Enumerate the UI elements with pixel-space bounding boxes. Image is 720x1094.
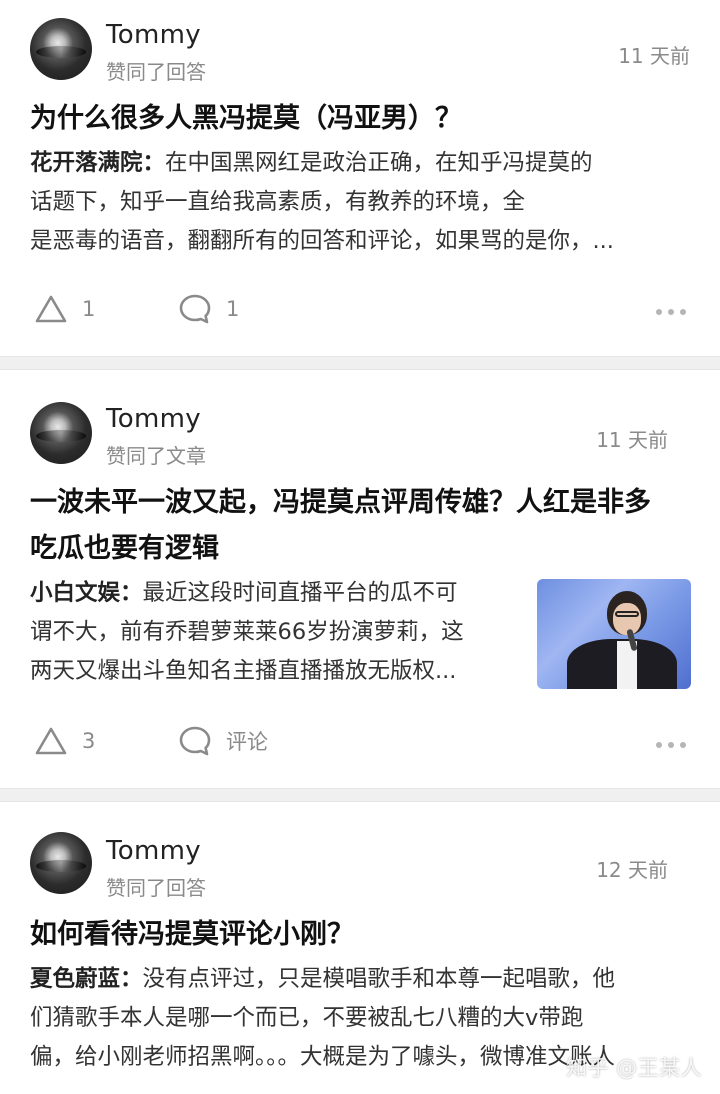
more-options-icon[interactable]: [656, 309, 686, 317]
activity-action: 赞同了回答: [106, 60, 206, 84]
comment-label: 评论: [226, 730, 268, 754]
excerpt-line: 在中国黑网红是政治正确，在知乎冯提莫的: [165, 150, 593, 176]
upvote-triangle-icon: [35, 727, 67, 755]
excerpt-line: 没有点评过，只是模唱歌手和本尊一起唱歌，他: [142, 966, 616, 992]
card-divider: [0, 788, 720, 802]
author-name[interactable]: Tommy: [106, 20, 201, 50]
excerpt-line: 们猜歌手本人是哪一个而已，不要被乱七八糟的大v带跑: [30, 1005, 584, 1031]
activity-action: 赞同了文章: [106, 444, 206, 468]
title-line: 吃瓜也要有逻辑: [30, 533, 219, 564]
author-name[interactable]: Tommy: [106, 404, 201, 434]
feed-card[interactable]: Tommy 赞同了回答 12 天前 如何看待冯提莫评论小刚？ 夏色蔚蓝：没有点评…: [0, 802, 720, 1094]
upvote-count: 3: [82, 729, 96, 753]
excerpt-line: 话题下，知乎一直给我高素质，有教养的环境，全: [30, 189, 526, 215]
excerpt-line: 最近这段时间直播平台的瓜不可: [142, 580, 458, 606]
watermark: 知乎 @王某人: [566, 1056, 703, 1080]
author-name[interactable]: Tommy: [106, 836, 201, 866]
article-excerpt[interactable]: 小白文娱：最近这段时间直播平台的瓜不可 谓不大，前有乔碧萝莱莱66岁扮演萝莉，这…: [30, 574, 530, 691]
comment-bubble-icon: [179, 726, 211, 756]
upvote-button[interactable]: 1: [34, 294, 95, 324]
comment-button[interactable]: 1: [178, 293, 239, 325]
comment-count: 1: [226, 297, 240, 321]
article-thumbnail[interactable]: [537, 579, 691, 689]
activity-action: 赞同了回答: [106, 876, 206, 900]
timestamp: 12 天前: [596, 858, 668, 882]
comment-bubble-icon: [179, 294, 211, 324]
upvote-triangle-icon: [35, 295, 67, 323]
timestamp: 11 天前: [596, 428, 668, 452]
excerpt-line: 是恶毒的语音，翻翻所有的回答和评论，如果骂的是你，...: [30, 228, 614, 254]
avatar[interactable]: [30, 402, 92, 464]
question-title[interactable]: 为什么很多人黑冯提莫（冯亚男）？: [30, 96, 462, 142]
excerpt-line: 两天又爆出斗鱼知名主播直播播放无版权...: [30, 658, 457, 684]
avatar[interactable]: [30, 18, 92, 80]
excerpt-author: 小白文娱：: [30, 580, 143, 606]
excerpt-line: 谓不大，前有乔碧萝莱莱66岁扮演萝莉，这: [30, 619, 464, 645]
card-divider: [0, 356, 720, 370]
answer-excerpt[interactable]: 花开落满院：在中国黑网红是政治正确，在知乎冯提莫的 话题下，知乎一直给我高素质，…: [30, 144, 690, 261]
article-title[interactable]: 一波未平一波又起，冯提莫点评周传雄？人红是非多 吃瓜也要有逻辑: [30, 480, 700, 572]
excerpt-author: 夏色蔚蓝：: [30, 966, 143, 992]
upvote-count: 1: [82, 297, 96, 321]
comment-button[interactable]: 评论: [178, 725, 268, 757]
excerpt-author: 花开落满院：: [30, 150, 166, 176]
timestamp: 11 天前: [618, 44, 690, 68]
feed-card[interactable]: Tommy 赞同了回答 11 天前 为什么很多人黑冯提莫（冯亚男）？ 花开落满院…: [0, 0, 720, 356]
question-title[interactable]: 如何看待冯提莫评论小刚？: [30, 912, 354, 958]
feed-card[interactable]: Tommy 赞同了文章 11 天前 一波未平一波又起，冯提莫点评周传雄？人红是非…: [0, 370, 720, 788]
title-line: 一波未平一波又起，冯提莫点评周传雄？人红是非多: [30, 487, 651, 518]
upvote-button[interactable]: 3: [34, 726, 95, 756]
more-options-icon[interactable]: [656, 742, 686, 750]
avatar[interactable]: [30, 832, 92, 894]
